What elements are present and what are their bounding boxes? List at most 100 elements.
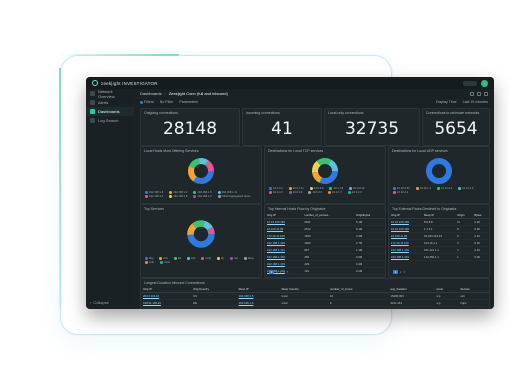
ip-link[interactable]: 198.51.100.20 <box>141 299 192 307</box>
page-5-button[interactable]: 5 <box>287 270 289 274</box>
table-row: 192.168.1.103 229 0.4M <box>265 260 385 268</box>
kpi-card-outgoing: Outgoing connections 28148 <box>140 108 240 146</box>
ip-link[interactable]: 192.168.1.6 <box>236 299 280 307</box>
legend: http dns ssl ssh smtp ftp ntp dhcp smb o… <box>145 257 257 264</box>
ip-link[interactable]: 192.168.1.101 <box>265 246 303 254</box>
breadcrumb-current: Zeek|ight Conn (full and inbound) <box>168 91 228 96</box>
legend: 192.168.1.6 192.168.1.3 192.168.1.5 192.… <box>145 191 257 198</box>
panel-title: Destinations for Local TCP services <box>268 149 324 153</box>
kpi-title: Connections to unknown networks <box>426 111 480 115</box>
share-icon[interactable] <box>470 91 474 96</box>
brand-logo-icon <box>92 80 98 86</box>
page-3-button[interactable]: 3 <box>280 270 282 274</box>
sidebar-item-label: Dashboards <box>98 109 120 114</box>
legend: 10.10.0.53 10.10.1.1 10.10.2.2 10.10.3.3… <box>393 187 485 194</box>
table-row: 10.100.11.99 93.184.216.34 6 0.1K <box>389 232 489 240</box>
legend-item: 192.168.1.11 <box>217 191 237 194</box>
ip-link[interactable]: 192.168.1.100 <box>389 246 423 254</box>
user-avatar[interactable] <box>481 79 488 87</box>
table-row: 198.51.100.20 DE 192.168.1.6 local 9 921… <box>141 299 489 307</box>
legend-item: 10.0.0.1 <box>269 187 283 190</box>
donut-chart <box>426 158 452 184</box>
panel-title: Top Services <box>144 207 165 211</box>
table-row: 192.168.1.100 1450 2.7M <box>265 239 385 247</box>
panel-title: Longest Duration Inbound Connections <box>144 281 205 285</box>
ip-link[interactable]: 172.16.11.100 <box>265 232 303 240</box>
ip-link[interactable]: 10.100.11.99 <box>265 225 303 233</box>
ip-link[interactable]: 192.168.1.5 <box>236 292 280 300</box>
page-3-button[interactable]: 3 <box>404 270 406 274</box>
ip-link[interactable]: 10.10.100.199 <box>389 218 423 226</box>
no-filter-chip[interactable]: No Filter <box>160 100 174 104</box>
sidebar-item-label: Log Search <box>98 118 119 123</box>
collapse-button[interactable]: ‹ Collapse <box>90 300 109 305</box>
star-icon[interactable] <box>477 91 481 96</box>
kpi-card-incoming: Incoming connections 41 <box>242 108 322 146</box>
sidebar: Network Overview Alerts Dashboards Log S… <box>86 89 135 309</box>
panel-title: Top External Flows Destined to Originato… <box>392 207 457 211</box>
table-panel-longest-inbound: Longest Duration Inbound Connections Ori… <box>140 278 490 309</box>
sidebar-item-log-search[interactable]: Log Search <box>86 116 134 125</box>
page-2-button[interactable]: 2 <box>400 270 402 274</box>
legend-item: 10.0.4.4 <box>269 191 283 194</box>
donut-chart <box>312 158 338 184</box>
table-row: 192.168.1.100 151.101.1.1 2 0.1K <box>389 246 489 254</box>
filters-button[interactable]: Filters <box>140 100 154 104</box>
ip-link[interactable]: 172.16.11.100 <box>389 239 423 247</box>
kpi-title: Incoming connections <box>246 111 280 115</box>
time-range-picker[interactable]: Last 15 minutes <box>463 100 488 104</box>
table-row: 192.168.1.102 456 0.9M <box>265 253 385 261</box>
sidebar-item-dashboards[interactable]: Dashboards <box>86 107 134 116</box>
topbar-control[interactable] <box>463 80 477 86</box>
ip-link[interactable]: 10.10.100.199 <box>389 225 423 233</box>
ip-link[interactable]: 192.168.1.100 <box>265 239 303 247</box>
filter-bar: Filters No Filter Parameters Display Tim… <box>134 98 494 106</box>
top-bar: zeek|ight INVESTIGATOR <box>86 77 494 89</box>
ip-link[interactable]: 192.168.1.101 <box>389 253 423 261</box>
data-table: Orig IP number_of_connec... Originbytes … <box>265 212 385 275</box>
legend-item: 10.0.2.5 <box>309 187 323 190</box>
legend-item: 10.0.0.12 <box>349 187 364 190</box>
sidebar-item-alerts[interactable]: Alerts <box>86 98 134 107</box>
sidebar-item-network-overview[interactable]: Network Overview <box>86 89 134 99</box>
table-row: 172.16.11.100 1843 4.3M <box>265 232 385 240</box>
breadcrumb-separator: / <box>164 91 166 96</box>
kpi-card-local-only: Local-only connections 32735 <box>324 108 420 146</box>
legend-item: dhcp <box>243 257 254 260</box>
table-panel-external-flows: Top External Flows Destined to Originato… <box>388 204 490 278</box>
main-content: Dashboards / Zeek|ight Conn (full and in… <box>134 89 494 309</box>
legend-item: 10.10.2.2 <box>436 187 452 190</box>
brand-name: zeek|ight INVESTIGATOR <box>101 80 158 86</box>
breadcrumb: Dashboards / Zeek|ight Conn (full and in… <box>134 89 494 98</box>
page-2-button[interactable]: 2 <box>276 270 278 274</box>
home-icon <box>90 91 95 96</box>
brand: zeek|ight INVESTIGATOR <box>92 80 158 86</box>
table-panel-internal-hosts: Top Internal Hosts Flow by Originator Or… <box>264 204 386 278</box>
ip-link[interactable]: 192.168.1.103 <box>265 260 303 268</box>
ip-link[interactable]: 192.168.1.102 <box>265 253 303 261</box>
display-time-toggle[interactable]: Display Time <box>436 100 457 104</box>
page-1-button[interactable]: 1 <box>393 270 398 274</box>
donut-panel-top-services: Top Services http dns ssl ssh smtp ftp n… <box>140 204 262 278</box>
ip-link[interactable]: 10.100.11.99 <box>389 232 423 240</box>
bell-icon <box>90 100 95 105</box>
page-1-button[interactable]: 1 <box>269 270 274 274</box>
ip-link[interactable]: 10.10.100.199 <box>265 218 303 226</box>
table-row: 10.10.100.199 1.1.1.1 8 0.2K <box>389 225 489 233</box>
legend-item: 192.168.1.4 <box>145 195 163 198</box>
kpi-value: 41 <box>271 119 293 139</box>
donut-chart <box>187 220 215 248</box>
page-4-button[interactable]: 4 <box>283 270 285 274</box>
legend-item: ntp <box>230 257 238 260</box>
parameters-button[interactable]: Parameters <box>179 100 198 104</box>
kpi-card-unknown-networks: Connections to unknown networks 5654 <box>422 108 490 146</box>
donut-panel-udp-destinations: Destinations for Local UDP services 10.1… <box>388 146 490 204</box>
legend-item: 10.1.2.6 <box>308 191 322 194</box>
ip-link[interactable]: 203.0.113.10 <box>141 292 192 300</box>
pagination: 1 2 3 <box>393 270 405 274</box>
legend-item: 10.3.3.3 <box>347 191 362 194</box>
breadcrumb-root[interactable]: Dashboards <box>140 91 162 96</box>
more-icon[interactable] <box>484 91 488 96</box>
legend-item: 10.10.3.3 <box>458 187 473 190</box>
pagination: 1 2 3 4 5 <box>269 270 288 274</box>
